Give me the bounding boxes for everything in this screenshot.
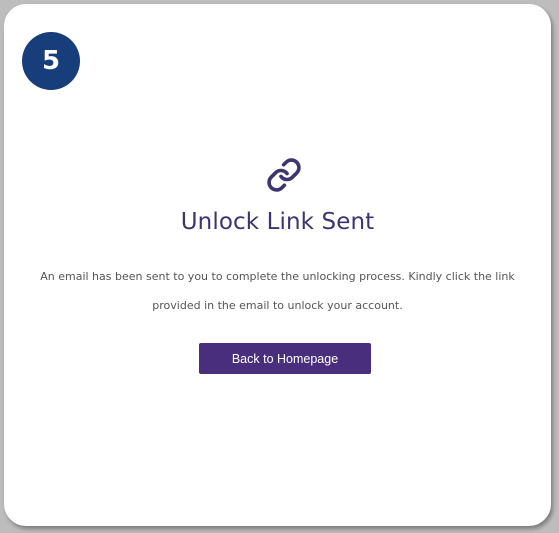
step-number: 5 [41,46,61,76]
link-icon [267,158,301,192]
dialog-message: An email has been sent to you to complet… [40,270,515,312]
dialog-title: Unlock Link Sent [180,209,375,235]
back-to-homepage-button[interactable]: Back to Homepage [199,343,371,374]
step-number-badge: 5 [22,32,80,90]
unlock-confirmation-card: 5 Unlock Link Sent An email has been sen… [4,4,551,526]
screenshot-frame: 5 Unlock Link Sent An email has been sen… [0,0,559,533]
